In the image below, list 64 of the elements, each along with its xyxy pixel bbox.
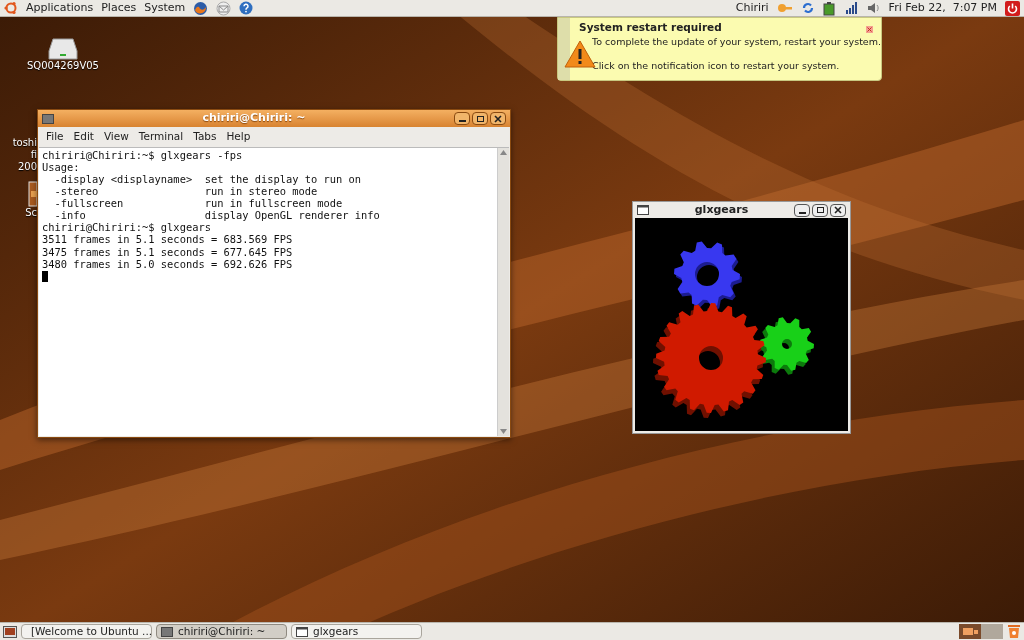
image-file-icon	[28, 181, 37, 207]
help-icon[interactable]	[239, 1, 254, 15]
close-button[interactable]	[490, 112, 506, 125]
terminal-line: -fullscreen run in fullscreen mode	[53, 197, 344, 210]
refresh-icon[interactable]	[800, 1, 815, 15]
trash-icon[interactable]	[1007, 624, 1021, 639]
taskbar-button[interactable]: chiriri@Chiriri: ~	[156, 624, 287, 639]
user-name[interactable]: Chiriri	[735, 0, 769, 17]
menu-item[interactable]: Help	[226, 129, 251, 145]
notification-side-strip	[558, 18, 571, 80]
scrollbar[interactable]	[497, 147, 509, 436]
terminal-line: 3511 frames in 5.1 seconds = 683.569 FPS	[42, 233, 294, 246]
icon-label[interactable]: Sc	[25, 207, 37, 219]
terminal-line: chiriri@Chiriri:~$ glxgears -fps	[42, 148, 244, 161]
terminal-icon	[161, 626, 173, 637]
battery-icon[interactable]	[822, 0, 837, 16]
window-title: chiriri@Chiriri: ~	[201, 110, 307, 127]
scroll-up-icon[interactable]	[500, 149, 507, 155]
close-icon[interactable]	[866, 26, 873, 33]
drive-icon	[48, 38, 78, 60]
icon-label[interactable]: toshi	[12, 137, 37, 149]
minimize-button[interactable]	[794, 203, 810, 217]
terminal-line: -info display OpenGL renderer info	[53, 209, 381, 222]
browser-icon[interactable]	[193, 0, 209, 16]
terminal-line: -stereo run in stereo mode	[53, 185, 319, 198]
close-button[interactable]	[830, 203, 846, 217]
terminal-line: 3475 frames in 5.1 seconds = 677.645 FPS	[42, 245, 294, 258]
menu-item[interactable]: View	[103, 129, 129, 145]
terminal-line: 3480 frames in 5.0 seconds = 692.626 FPS	[42, 257, 294, 270]
signal-icon[interactable]	[844, 1, 859, 15]
close-icon	[834, 206, 842, 214]
terminal-line: Usage:	[42, 160, 80, 173]
terminal-line: chiriri@Chiriri:~$ glxgears	[42, 221, 212, 234]
maximize-button[interactable]	[812, 203, 828, 217]
volume-icon[interactable]	[866, 1, 881, 15]
panel-menu[interactable]: Applications	[26, 0, 94, 17]
window-icon	[296, 626, 308, 637]
show-desktop-icon[interactable]	[3, 625, 17, 638]
menu-item[interactable]: Edit	[73, 129, 94, 145]
panel-menu[interactable]: Places	[101, 0, 137, 17]
power-icon[interactable]	[1005, 0, 1020, 16]
terminal-line: -display <displayname> set the display to run on	[54, 172, 363, 186]
notification-title: System restart required	[579, 21, 722, 33]
icon-label[interactable]: SQ004269V05	[27, 60, 99, 72]
close-icon	[494, 114, 502, 123]
icon-label[interactable]: fi	[30, 149, 37, 161]
minimize-button[interactable]	[454, 112, 470, 125]
clock[interactable]: Fri Feb 22, 7:07 PM	[888, 0, 997, 17]
taskbar-button[interactable]: [Welcome to Ubuntu ...	[21, 624, 152, 639]
maximize-button[interactable]	[472, 112, 488, 125]
text-cursor	[42, 270, 48, 282]
window-icon	[637, 205, 649, 215]
icon-label[interactable]: 200	[17, 161, 37, 173]
scroll-down-icon[interactable]	[500, 429, 507, 434]
workspace[interactable]	[959, 624, 981, 639]
panel-menu[interactable]: System	[144, 0, 186, 17]
menu-item[interactable]: Tabs	[193, 129, 217, 145]
ubuntu-logo-icon[interactable]	[4, 1, 18, 15]
notification-text: To complete the update of your system, restart your system.	[592, 36, 881, 48]
menu-item[interactable]: File	[46, 129, 64, 145]
taskbar-button[interactable]: glxgears	[291, 624, 422, 639]
terminal-icon	[42, 113, 54, 124]
menu-item[interactable]: Terminal	[138, 129, 184, 145]
window-title: glxgears	[693, 201, 750, 218]
